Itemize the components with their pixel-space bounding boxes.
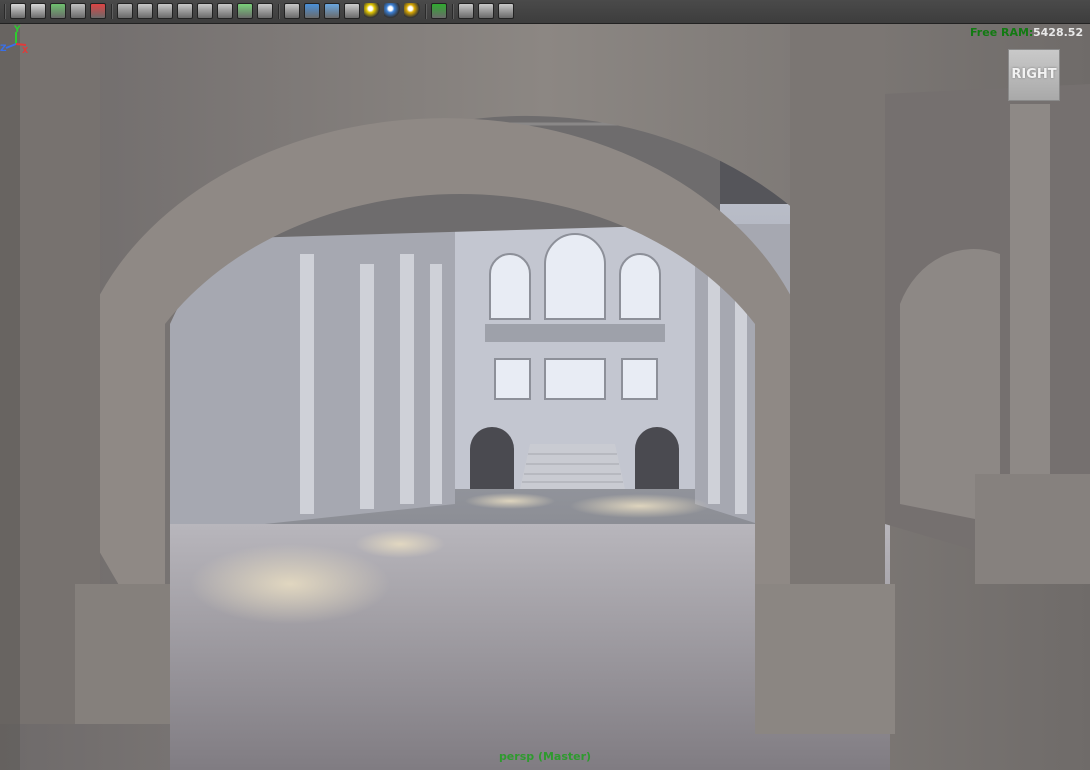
grease-pencil-icon[interactable] (117, 3, 133, 19)
image-plane-icon[interactable] (50, 3, 66, 19)
toolbar-separator (425, 4, 427, 19)
view-cube[interactable]: RIGHT (1008, 49, 1060, 101)
field-chart-icon[interactable] (217, 3, 233, 19)
2d-pan-zoom-icon[interactable] (90, 3, 106, 19)
toolbar-separator (278, 4, 280, 19)
toolbar-separator (111, 4, 113, 19)
free-ram-label: Free RAM: (970, 26, 1034, 39)
toolbar-separator (452, 4, 454, 19)
xray-joints-icon[interactable] (478, 3, 494, 19)
grid-icon[interactable] (137, 3, 153, 19)
viewport-toolbar (0, 0, 1090, 24)
xray-icon[interactable] (458, 3, 474, 19)
free-ram-value: 5428.52 (1033, 26, 1084, 39)
resolution-gate-icon[interactable] (177, 3, 193, 19)
bookmarks-icon[interactable] (70, 3, 86, 19)
toolbar-separator (4, 4, 6, 19)
view-cube-face-label: RIGHT (1011, 67, 1057, 82)
gate-mask-icon[interactable] (197, 3, 213, 19)
isolate-select-icon[interactable] (431, 3, 447, 19)
axis-z-label: Z (0, 44, 7, 54)
xray-components-icon[interactable] (498, 3, 514, 19)
wireframe-icon[interactable] (284, 3, 300, 19)
film-gate-icon[interactable] (157, 3, 173, 19)
axis-x-label: X (22, 46, 29, 54)
scene-render (0, 24, 1090, 770)
all-lights-icon[interactable] (384, 3, 400, 19)
wireframe-on-shaded-icon[interactable] (324, 3, 340, 19)
axis-gizmo: Y Z X (0, 25, 29, 54)
textured-icon[interactable] (344, 3, 360, 19)
camera-tools-icon[interactable] (30, 3, 46, 19)
3d-viewport[interactable]: Free RAM: 5428.52 RIGHT Y Z X persp (Mas… (0, 24, 1090, 770)
camera-name-label: persp (Master) (498, 750, 592, 763)
shadows-icon[interactable] (404, 3, 420, 19)
safe-title-icon[interactable] (257, 3, 273, 19)
default-lighting-icon[interactable] (364, 3, 380, 19)
camera-attributes-icon[interactable] (10, 3, 26, 19)
axis-y-label: Y (13, 25, 21, 35)
safe-action-icon[interactable] (237, 3, 253, 19)
smooth-shade-icon[interactable] (304, 3, 320, 19)
